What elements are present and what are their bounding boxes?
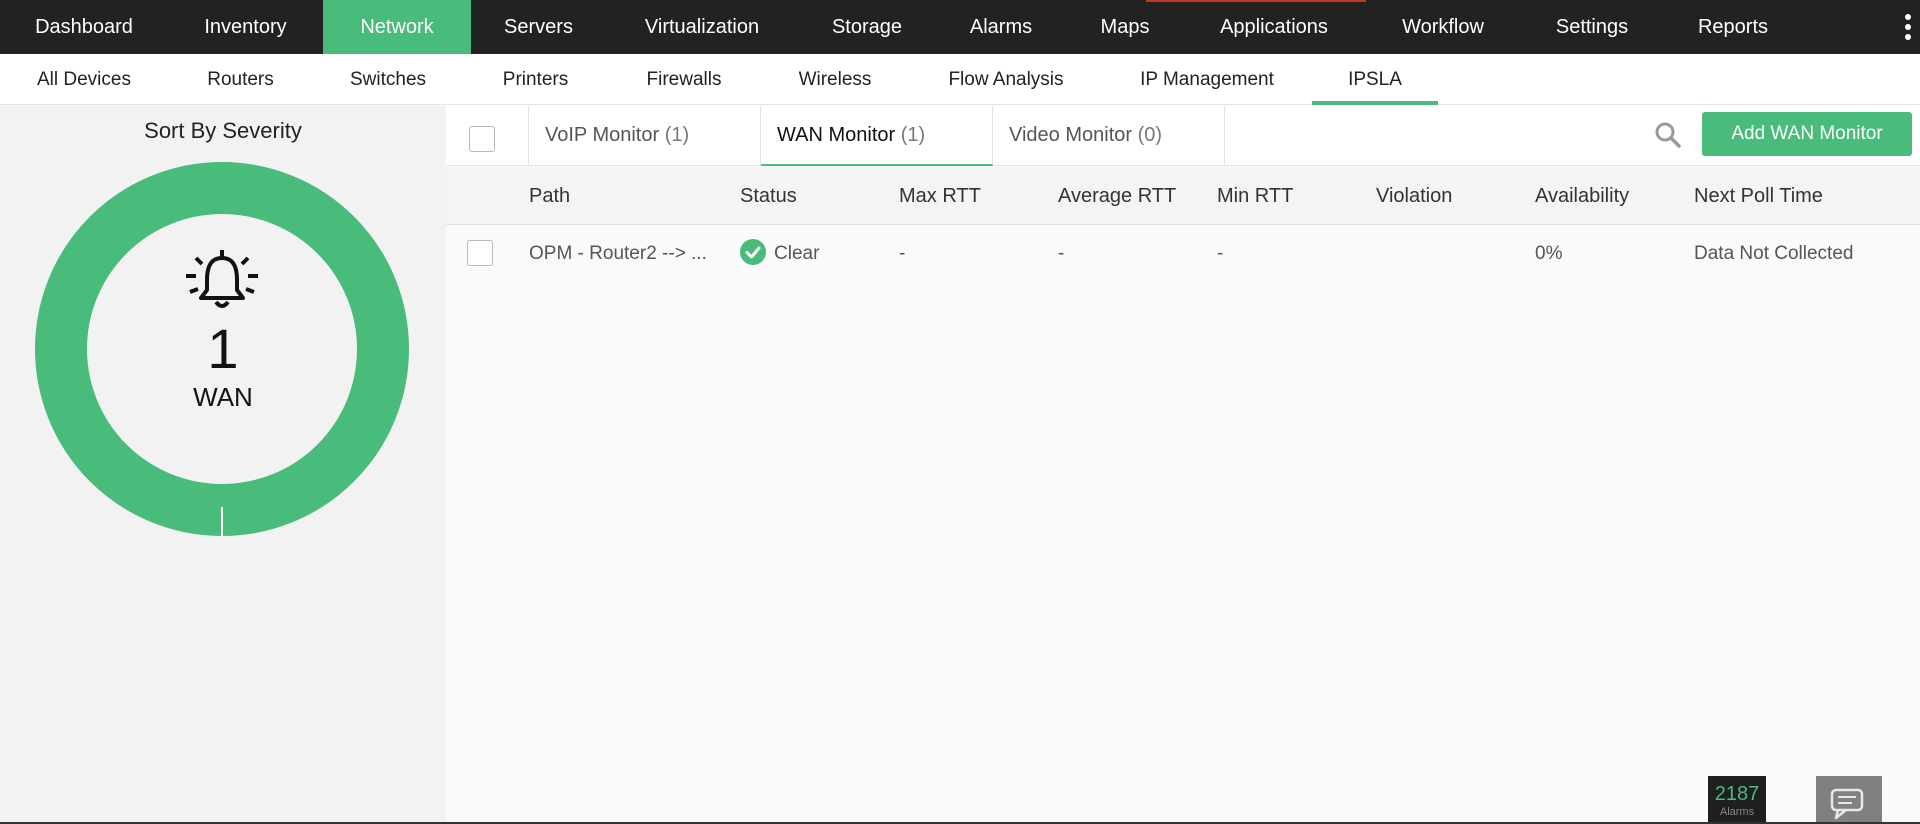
tab-select-cell — [446, 106, 529, 166]
cell-status: Clear — [740, 226, 819, 282]
monitor-tabs: VoIP Monitor (1) WAN Monitor (1) Video M… — [446, 106, 1920, 166]
tab-video-monitor-label: Video Monitor — [1009, 124, 1133, 146]
tab-wan-monitor-label: WAN Monitor — [777, 124, 896, 146]
column-header-average-rtt[interactable]: Average RTT — [1058, 167, 1176, 225]
nav-item-storage[interactable]: Storage — [798, 0, 936, 54]
subnav-item-routers[interactable]: Routers — [168, 54, 313, 105]
chat-icon — [1830, 788, 1864, 820]
more-menu-icon[interactable] — [1904, 14, 1912, 40]
severity-panel: Sort By Severity 1 WAN — [0, 106, 446, 824]
nav-item-applications[interactable]: Applications — [1184, 0, 1364, 54]
nav-item-reports[interactable]: Reports — [1662, 0, 1804, 54]
alarms-count: 2187 — [1714, 783, 1760, 805]
nav-item-workflow[interactable]: Workflow — [1364, 0, 1522, 54]
table-row[interactable]: OPM - Router2 --> ... Clear - - - 0% Dat… — [446, 226, 1920, 282]
nav-item-inventory[interactable]: Inventory — [168, 0, 323, 54]
subnav-item-ip-management[interactable]: IP Management — [1102, 54, 1312, 105]
nav-item-maps[interactable]: Maps — [1066, 0, 1184, 54]
cell-max-rtt: - — [899, 243, 906, 264]
main-content: VoIP Monitor (1) WAN Monitor (1) Video M… — [446, 106, 1920, 824]
nav-item-settings[interactable]: Settings — [1522, 0, 1662, 54]
nav-item-network[interactable]: Network — [323, 0, 471, 54]
severity-count: 1 — [207, 317, 239, 380]
column-header-violation[interactable]: Violation — [1376, 167, 1452, 225]
severity-heading: Sort By Severity — [144, 118, 302, 143]
column-header-max-rtt[interactable]: Max RTT — [899, 167, 981, 225]
add-wan-monitor-button[interactable]: Add WAN Monitor — [1702, 112, 1912, 156]
subnav-item-switches[interactable]: Switches — [313, 54, 463, 105]
cell-min-rtt: - — [1217, 243, 1224, 264]
column-header-path[interactable]: Path — [529, 167, 570, 225]
alarms-count-label: Alarms — [1719, 806, 1755, 818]
subnav-item-wireless[interactable]: Wireless — [760, 54, 910, 105]
column-header-min-rtt[interactable]: Min RTT — [1217, 167, 1293, 225]
subnav-item-firewalls[interactable]: Firewalls — [608, 54, 760, 105]
tab-voip-monitor[interactable]: VoIP Monitor (1) — [529, 106, 761, 166]
severity-label: WAN — [193, 382, 253, 412]
subnav-item-ipsla[interactable]: IPSLA — [1312, 54, 1438, 105]
cell-availability: 0% — [1535, 243, 1563, 264]
alarms-counter-widget[interactable]: 2187 Alarms — [1708, 776, 1766, 824]
tab-voip-monitor-label: VoIP Monitor — [545, 124, 660, 146]
table-header: Path Status Max RTT Average RTT Min RTT … — [446, 167, 1920, 225]
subnav-item-printers[interactable]: Printers — [463, 54, 608, 105]
nav-item-servers[interactable]: Servers — [471, 0, 606, 54]
check-circle-icon — [740, 238, 766, 265]
sub-nav: All Devices Routers Switches Printers Fi… — [0, 54, 1920, 105]
status-label: Clear — [774, 243, 820, 264]
cell-next-poll-time: Data Not Collected — [1694, 243, 1854, 264]
column-header-status[interactable]: Status — [740, 167, 797, 225]
cell-average-rtt: - — [1058, 243, 1065, 264]
tab-wan-monitor-count: (1) — [900, 124, 926, 146]
nav-item-alarms[interactable]: Alarms — [936, 0, 1066, 54]
nav-item-dashboard[interactable]: Dashboard — [0, 0, 168, 54]
chat-button[interactable] — [1816, 776, 1882, 824]
search-icon[interactable] — [1654, 121, 1682, 149]
tab-video-monitor-count: (0) — [1137, 124, 1163, 146]
nav-item-virtualization[interactable]: Virtualization — [606, 0, 798, 54]
subnav-item-flow-analysis[interactable]: Flow Analysis — [910, 54, 1102, 105]
subnav-item-all-devices[interactable]: All Devices — [0, 54, 168, 105]
tab-video-monitor[interactable]: Video Monitor (0) — [993, 106, 1225, 166]
cell-path[interactable]: OPM - Router2 --> ... — [529, 226, 707, 282]
select-all-checkbox[interactable] — [469, 126, 495, 152]
tab-voip-monitor-count: (1) — [664, 124, 690, 146]
column-header-next-poll-time[interactable]: Next Poll Time — [1694, 167, 1823, 225]
bell-icon — [186, 250, 258, 308]
top-nav: Dashboard Inventory Network Servers Virt… — [0, 0, 1920, 54]
tab-wan-monitor[interactable]: WAN Monitor (1) — [761, 106, 993, 166]
column-header-availability[interactable]: Availability — [1535, 167, 1629, 225]
row-checkbox[interactable] — [467, 240, 493, 266]
